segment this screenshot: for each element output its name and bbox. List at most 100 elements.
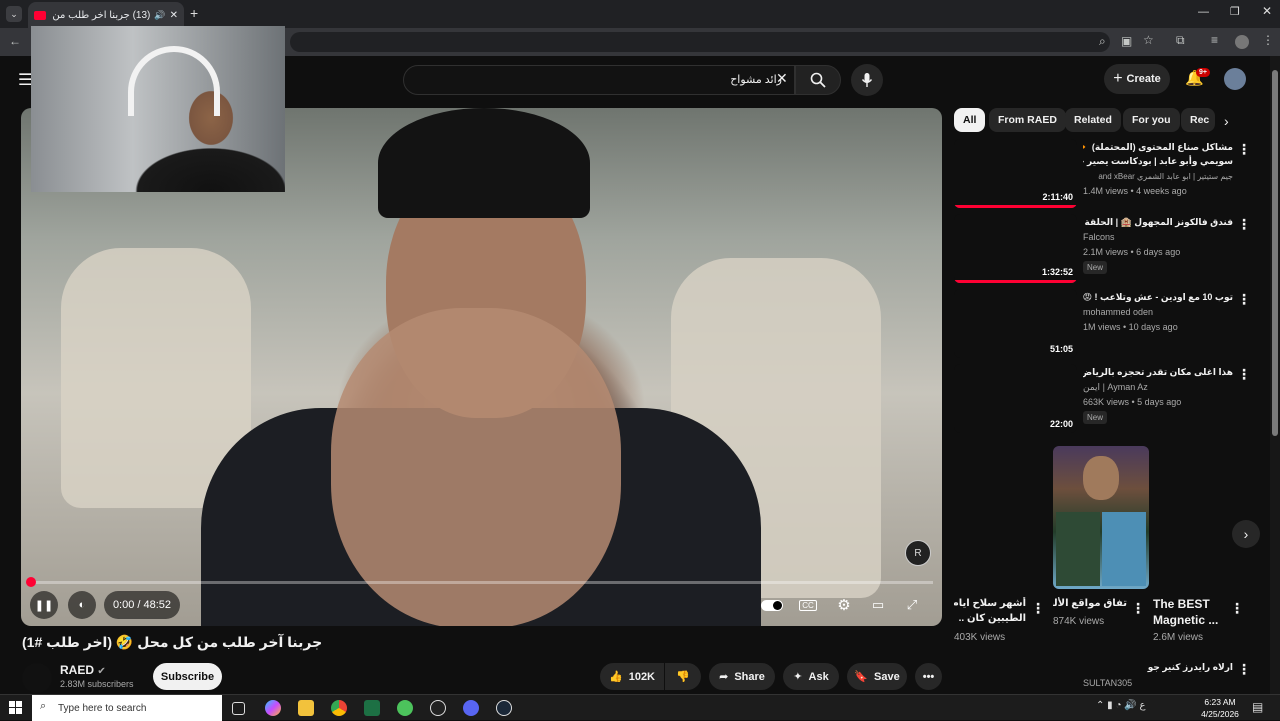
search-button[interactable] xyxy=(795,65,841,95)
chip-related[interactable]: Related xyxy=(1065,108,1121,132)
dislike-button[interactable]: 👎 xyxy=(665,663,701,690)
like-button[interactable]: 👍 102K xyxy=(600,663,664,690)
voice-search-button[interactable] xyxy=(851,64,883,96)
clock[interactable]: 6:23 AM 4/25/2026 xyxy=(1195,696,1245,720)
shorts-thumbnail[interactable] xyxy=(1053,446,1149,589)
captions-button[interactable]: CC xyxy=(794,591,822,619)
browser-tab[interactable]: (13) جربنا آخر طلب من كل م 🔊 ✕ xyxy=(28,2,184,28)
file-explorer-icon[interactable] xyxy=(298,700,314,716)
shorts-title-line2[interactable]: Magnetic ... xyxy=(1153,613,1218,627)
chrome-taskbar-icon[interactable] xyxy=(331,700,347,716)
verified-icon: ✔ xyxy=(97,666,106,677)
obs-icon[interactable] xyxy=(430,700,446,716)
miniplayer-button[interactable]: ▭ xyxy=(864,591,892,619)
steam-icon[interactable] xyxy=(496,700,512,716)
zoom-icon[interactable]: ⌕ xyxy=(1099,34,1106,49)
chip-recent[interactable]: Rec xyxy=(1181,108,1215,132)
more-actions-button[interactable]: ••• xyxy=(915,663,942,690)
video-progress-bar[interactable] xyxy=(30,581,933,584)
chrome-menu-icon[interactable]: ⋮ xyxy=(1262,33,1274,47)
sidebar-video-thumbnail[interactable]: 51:05 xyxy=(954,289,1077,358)
sidebar-video-thumbnail[interactable]: 2:11:40 xyxy=(954,139,1077,208)
shorts-next-button[interactable]: › xyxy=(1232,520,1260,548)
profile-avatar[interactable] xyxy=(1235,35,1249,49)
sidebar-video-title-line2[interactable]: سويمي وأبو عابد | بودكاست يصير خير xyxy=(1083,154,1233,168)
settings-button[interactable]: ⚙ xyxy=(830,591,858,619)
chip-all[interactable]: All xyxy=(954,108,986,132)
taskbar-search-input[interactable]: ⌕ Type here to search xyxy=(32,695,222,721)
subscribe-button[interactable]: Subscribe xyxy=(153,663,222,690)
fullscreen-button[interactable]: ⤢ xyxy=(898,591,926,619)
sidebar-video-channel[interactable]: جيم ستيتير | ابو عابد الشمري and xBear xyxy=(1083,172,1233,181)
tab-close-icon[interactable]: ✕ xyxy=(170,10,178,21)
video-frame-hands xyxy=(331,308,621,626)
shorts-menu-icon[interactable]: ⋮ xyxy=(1230,600,1244,617)
tab-search-button[interactable]: ⌄ xyxy=(6,6,22,22)
new-tab-button[interactable]: + xyxy=(190,5,198,21)
page-scrollbar-thumb[interactable] xyxy=(1272,70,1278,436)
shorts-title-line2[interactable]: الطيبين كان .. xyxy=(954,612,1026,626)
youtube-favicon-icon xyxy=(34,10,46,20)
search-input[interactable]: رائد مشواح xyxy=(403,65,795,95)
sidebar-video-channel[interactable]: SULTAN305 xyxy=(1083,678,1132,688)
create-button[interactable]: + Create xyxy=(1104,64,1170,94)
sidebar-video-channel[interactable]: Falcons xyxy=(1083,232,1115,242)
back-icon[interactable]: ← xyxy=(9,34,21,48)
discord-icon[interactable] xyxy=(463,700,479,716)
sidebar-video-menu-icon[interactable]: ⋮ xyxy=(1237,366,1251,383)
reading-list-icon[interactable]: ≡ xyxy=(1211,33,1218,47)
chips-next-icon[interactable]: › xyxy=(1224,113,1229,129)
clear-search-icon[interactable]: ✕ xyxy=(776,70,788,87)
shorts-menu-icon[interactable]: ⋮ xyxy=(1031,600,1045,617)
address-bar[interactable] xyxy=(290,32,1110,52)
sidebar-video-channel[interactable]: ايمن | Ayman Az xyxy=(1083,382,1148,393)
sidebar-video-title[interactable]: فندق فالكونز المجهول 🏨 | الحلقة الاولى xyxy=(1083,215,1233,229)
progress-scrubber[interactable] xyxy=(26,577,36,587)
sidebar-video-title[interactable]: ارلاه رايدرز كنير جو xyxy=(1083,660,1233,674)
sidebar-video-title[interactable]: مشاكل صناع المحتوى (المحتملة) 🔸 | xyxy=(1083,140,1233,154)
cast-icon[interactable]: ▣ xyxy=(1121,34,1132,48)
shorts-menu-icon[interactable]: ⋮ xyxy=(1131,600,1145,617)
sidebar-video-title[interactable]: هذا اغلى مكان تقدر تحجزه بالرياض ! xyxy=(1083,365,1233,379)
share-icon: ➦ xyxy=(719,671,729,683)
chip-for-you[interactable]: For you xyxy=(1123,108,1180,132)
sidebar-video-thumbnail[interactable]: 22:00 xyxy=(954,364,1077,433)
channel-watermark-icon[interactable]: R xyxy=(905,540,931,566)
sidebar-video-menu-icon[interactable]: ⋮ xyxy=(1237,291,1251,308)
windows-start-icon[interactable] xyxy=(9,701,22,714)
sidebar-video-menu-icon[interactable]: ⋮ xyxy=(1237,141,1251,158)
autoplay-toggle[interactable] xyxy=(758,591,786,619)
restore-button[interactable]: ❐ xyxy=(1230,5,1240,18)
volume-button[interactable]: ◐ xyxy=(68,591,96,619)
video-title: جربنا آخر طلب من كل محل 🤣 (اخر طلب #1) xyxy=(22,634,323,650)
channel-name[interactable]: RAED ✔ xyxy=(60,663,106,677)
task-view-icon[interactable] xyxy=(232,702,245,715)
extensions-icon[interactable]: ⧉ xyxy=(1176,33,1185,48)
share-button[interactable]: ➦ Share xyxy=(709,663,775,690)
shorts-title[interactable]: أشهر سلاح ايام xyxy=(954,597,1026,611)
copilot-icon[interactable] xyxy=(265,700,281,716)
notification-center-icon[interactable]: ▤ xyxy=(1252,700,1263,714)
new-badge: New xyxy=(1083,261,1108,274)
sidebar-video-thumbnail[interactable]: 1:32:52 xyxy=(954,214,1077,283)
ask-button[interactable]: ✦ Ask xyxy=(783,663,839,690)
time-display: 0:00 / 48:52 xyxy=(104,591,180,619)
new-badge: New xyxy=(1083,411,1108,424)
bookmark-star-icon[interactable]: ☆ xyxy=(1143,33,1154,47)
pause-button[interactable]: ❚❚ xyxy=(30,591,58,619)
shorts-title[interactable]: تفاق مواقع الألعاب xyxy=(1053,597,1127,611)
chip-from-raed[interactable]: From RAED xyxy=(989,108,1066,132)
save-button[interactable]: 🔖 Save xyxy=(847,663,907,690)
channel-avatar[interactable] xyxy=(22,663,52,693)
sidebar-video-channel[interactable]: mohammed oden xyxy=(1083,307,1153,317)
sidebar-video-menu-icon[interactable]: ⋮ xyxy=(1237,216,1251,233)
android-icon[interactable] xyxy=(397,700,413,716)
system-tray-icons[interactable]: ⌃ ▮ ◔ 🔊 ع xyxy=(1096,700,1145,711)
minimize-button[interactable]: — xyxy=(1198,6,1209,18)
excel-icon[interactable] xyxy=(364,700,380,716)
account-avatar[interactable] xyxy=(1224,68,1246,90)
sidebar-video-menu-icon[interactable]: ⋮ xyxy=(1237,661,1251,678)
sidebar-video-title[interactable]: توب 10 مع اودين - عش وتلاعب ! 😡 xyxy=(1083,290,1233,304)
shorts-title[interactable]: The BEST xyxy=(1153,597,1210,611)
close-window-button[interactable]: ✕ xyxy=(1262,4,1272,18)
